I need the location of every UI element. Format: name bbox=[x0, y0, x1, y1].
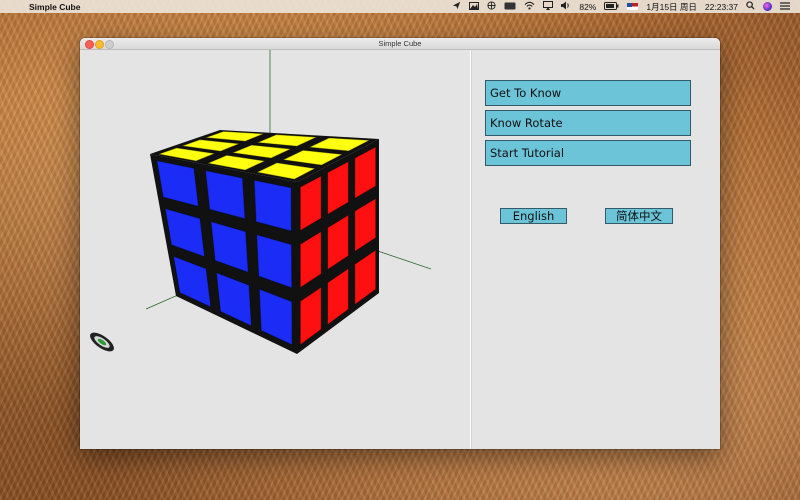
orbit-gizmo-icon[interactable] bbox=[87, 329, 117, 355]
panel-divider bbox=[470, 50, 471, 449]
english-language-button[interactable]: English bbox=[500, 208, 567, 224]
window-titlebar[interactable]: Simple Cube bbox=[80, 38, 720, 50]
menubar-date[interactable]: 1月15日 周日 bbox=[646, 1, 697, 13]
spotlight-search-icon[interactable] bbox=[746, 1, 755, 12]
rubiks-cube[interactable] bbox=[150, 130, 379, 354]
minimize-window-button[interactable] bbox=[95, 40, 104, 49]
keyboard-icon[interactable] bbox=[504, 2, 516, 12]
siri-icon[interactable] bbox=[763, 2, 772, 11]
know-rotate-button[interactable]: Know Rotate bbox=[485, 110, 691, 136]
send-icon[interactable] bbox=[452, 1, 461, 12]
chinese-language-button[interactable]: 简体中文 bbox=[605, 208, 673, 224]
get-to-know-button[interactable]: Get To Know bbox=[485, 80, 691, 106]
app-menu-name[interactable]: Simple Cube bbox=[29, 2, 80, 12]
battery-icon[interactable] bbox=[604, 1, 619, 12]
menubar-time[interactable]: 22:23:37 bbox=[705, 2, 738, 12]
notification-center-icon[interactable] bbox=[780, 1, 790, 12]
close-window-button[interactable] bbox=[85, 40, 94, 49]
app-window: Simple Cube Get To Know Know Rotate Star… bbox=[80, 38, 720, 449]
start-tutorial-button[interactable]: Start Tutorial bbox=[485, 140, 691, 166]
airplay-icon[interactable] bbox=[543, 1, 554, 12]
window-title: Simple Cube bbox=[378, 39, 422, 48]
network-icon[interactable] bbox=[487, 1, 496, 12]
status-area: 82% 1月15日 周日 22:23:37 bbox=[452, 1, 790, 13]
menu-bar: Simple Cube 82% 1月15日 周日 22:23:37 bbox=[0, 0, 800, 13]
battery-percent: 82% bbox=[579, 1, 597, 12]
photo-icon[interactable] bbox=[469, 1, 480, 12]
wifi-icon[interactable] bbox=[524, 1, 535, 12]
z-axis-line bbox=[145, 294, 179, 310]
input-source-flag-icon[interactable] bbox=[627, 3, 639, 10]
volume-icon[interactable] bbox=[561, 1, 571, 12]
zoom-window-button[interactable] bbox=[105, 40, 114, 49]
